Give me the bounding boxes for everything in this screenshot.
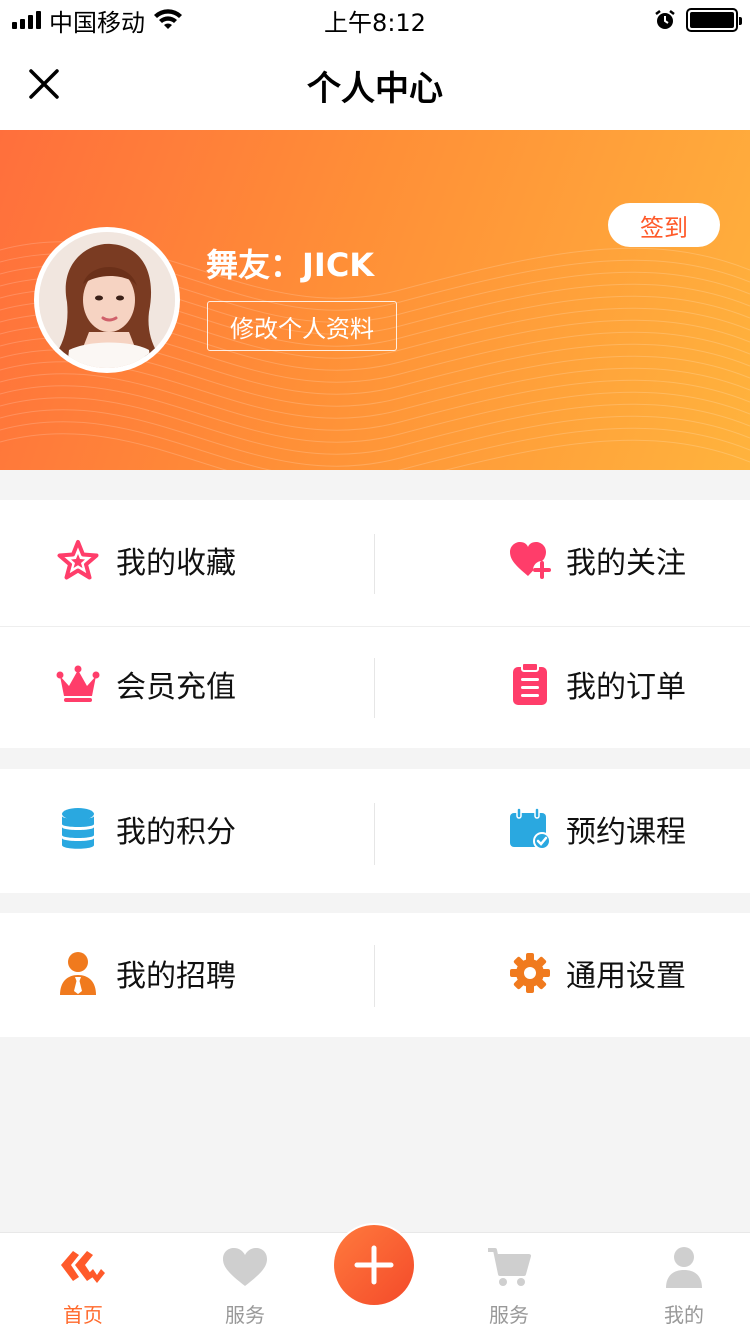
menu-section-3: 我的招聘 通用设置 xyxy=(0,913,750,1037)
menu-label-courses: 预约课程 xyxy=(566,815,686,850)
add-button[interactable] xyxy=(332,1223,416,1307)
menu-label-settings: 通用设置 xyxy=(566,959,686,994)
wifi-icon xyxy=(154,9,182,29)
nav-header: 个人中心 xyxy=(0,40,750,130)
home-logo-icon xyxy=(59,1243,107,1291)
page-title: 个人中心 xyxy=(307,68,443,109)
battery-icon xyxy=(686,8,742,32)
person-tie-icon xyxy=(56,951,100,995)
heart-plus-icon xyxy=(508,538,552,582)
profile-banner: 舞友：JICK 修改个人资料 签到 xyxy=(0,130,750,470)
menu-label-points: 我的积分 xyxy=(116,815,236,850)
menu-section-2: 我的积分 预约课程 xyxy=(0,769,750,893)
clipboard-icon xyxy=(508,662,552,706)
gear-icon xyxy=(508,951,552,995)
tab-cart[interactable]: 服务 xyxy=(484,1243,534,1328)
tab-label-home: 首页 xyxy=(63,1303,103,1327)
user-icon xyxy=(660,1243,708,1291)
menu-section-1: 我的收藏 我的关注 会员充值 我的订单 xyxy=(0,500,750,748)
menu-item-points[interactable]: 我的积分 xyxy=(56,807,236,851)
carrier-label: 中国移动 xyxy=(49,8,145,37)
coins-stack-icon xyxy=(56,807,100,851)
menu-label-jobs: 我的招聘 xyxy=(116,959,236,994)
tab-bar: 首页 服务 服务 我的 xyxy=(0,1223,750,1334)
heart-icon xyxy=(221,1243,269,1291)
cart-icon xyxy=(485,1243,533,1291)
tab-mine[interactable]: 我的 xyxy=(659,1243,709,1328)
status-left: 中国移动 xyxy=(12,3,183,38)
avatar[interactable] xyxy=(34,227,180,373)
menu-label-membership: 会员充值 xyxy=(116,670,236,705)
tab-label-mine: 我的 xyxy=(664,1303,704,1327)
plus-icon xyxy=(334,1225,414,1305)
status-right xyxy=(654,8,742,32)
crown-icon xyxy=(56,662,100,706)
avatar-image xyxy=(39,232,175,368)
menu-item-jobs[interactable]: 我的招聘 xyxy=(56,951,236,995)
menu-row: 会员充值 我的订单 xyxy=(0,626,750,750)
menu-item-courses[interactable]: 预约课程 xyxy=(508,807,686,851)
menu-row: 我的招聘 通用设置 xyxy=(0,913,750,1037)
menu-row: 我的收藏 我的关注 xyxy=(0,500,750,624)
menu-label-follows: 我的关注 xyxy=(566,546,686,581)
menu-label-favorites: 我的收藏 xyxy=(116,546,236,581)
signal-icon xyxy=(12,11,41,29)
tab-home[interactable]: 首页 xyxy=(58,1243,108,1328)
star-icon xyxy=(56,538,100,582)
menu-label-orders: 我的订单 xyxy=(566,670,686,705)
menu-item-settings[interactable]: 通用设置 xyxy=(508,951,686,995)
checkin-button[interactable]: 签到 xyxy=(608,203,720,247)
close-icon[interactable] xyxy=(26,66,62,102)
alarm-icon xyxy=(655,10,675,29)
edit-profile-button[interactable]: 修改个人资料 xyxy=(207,301,397,351)
tab-service[interactable]: 服务 xyxy=(220,1243,270,1328)
status-bar: 中国移动 上午8:12 xyxy=(0,0,750,40)
menu-item-membership[interactable]: 会员充值 xyxy=(56,662,236,706)
menu-row: 我的积分 预约课程 xyxy=(0,769,750,893)
tab-label-service: 服务 xyxy=(225,1303,265,1327)
user-name: 舞友：JICK xyxy=(206,246,375,284)
menu-item-orders[interactable]: 我的订单 xyxy=(508,662,686,706)
menu-item-follows[interactable]: 我的关注 xyxy=(508,538,686,582)
calendar-check-icon xyxy=(508,807,552,851)
menu-item-favorites[interactable]: 我的收藏 xyxy=(56,538,236,582)
tab-label-cart: 服务 xyxy=(489,1303,529,1327)
